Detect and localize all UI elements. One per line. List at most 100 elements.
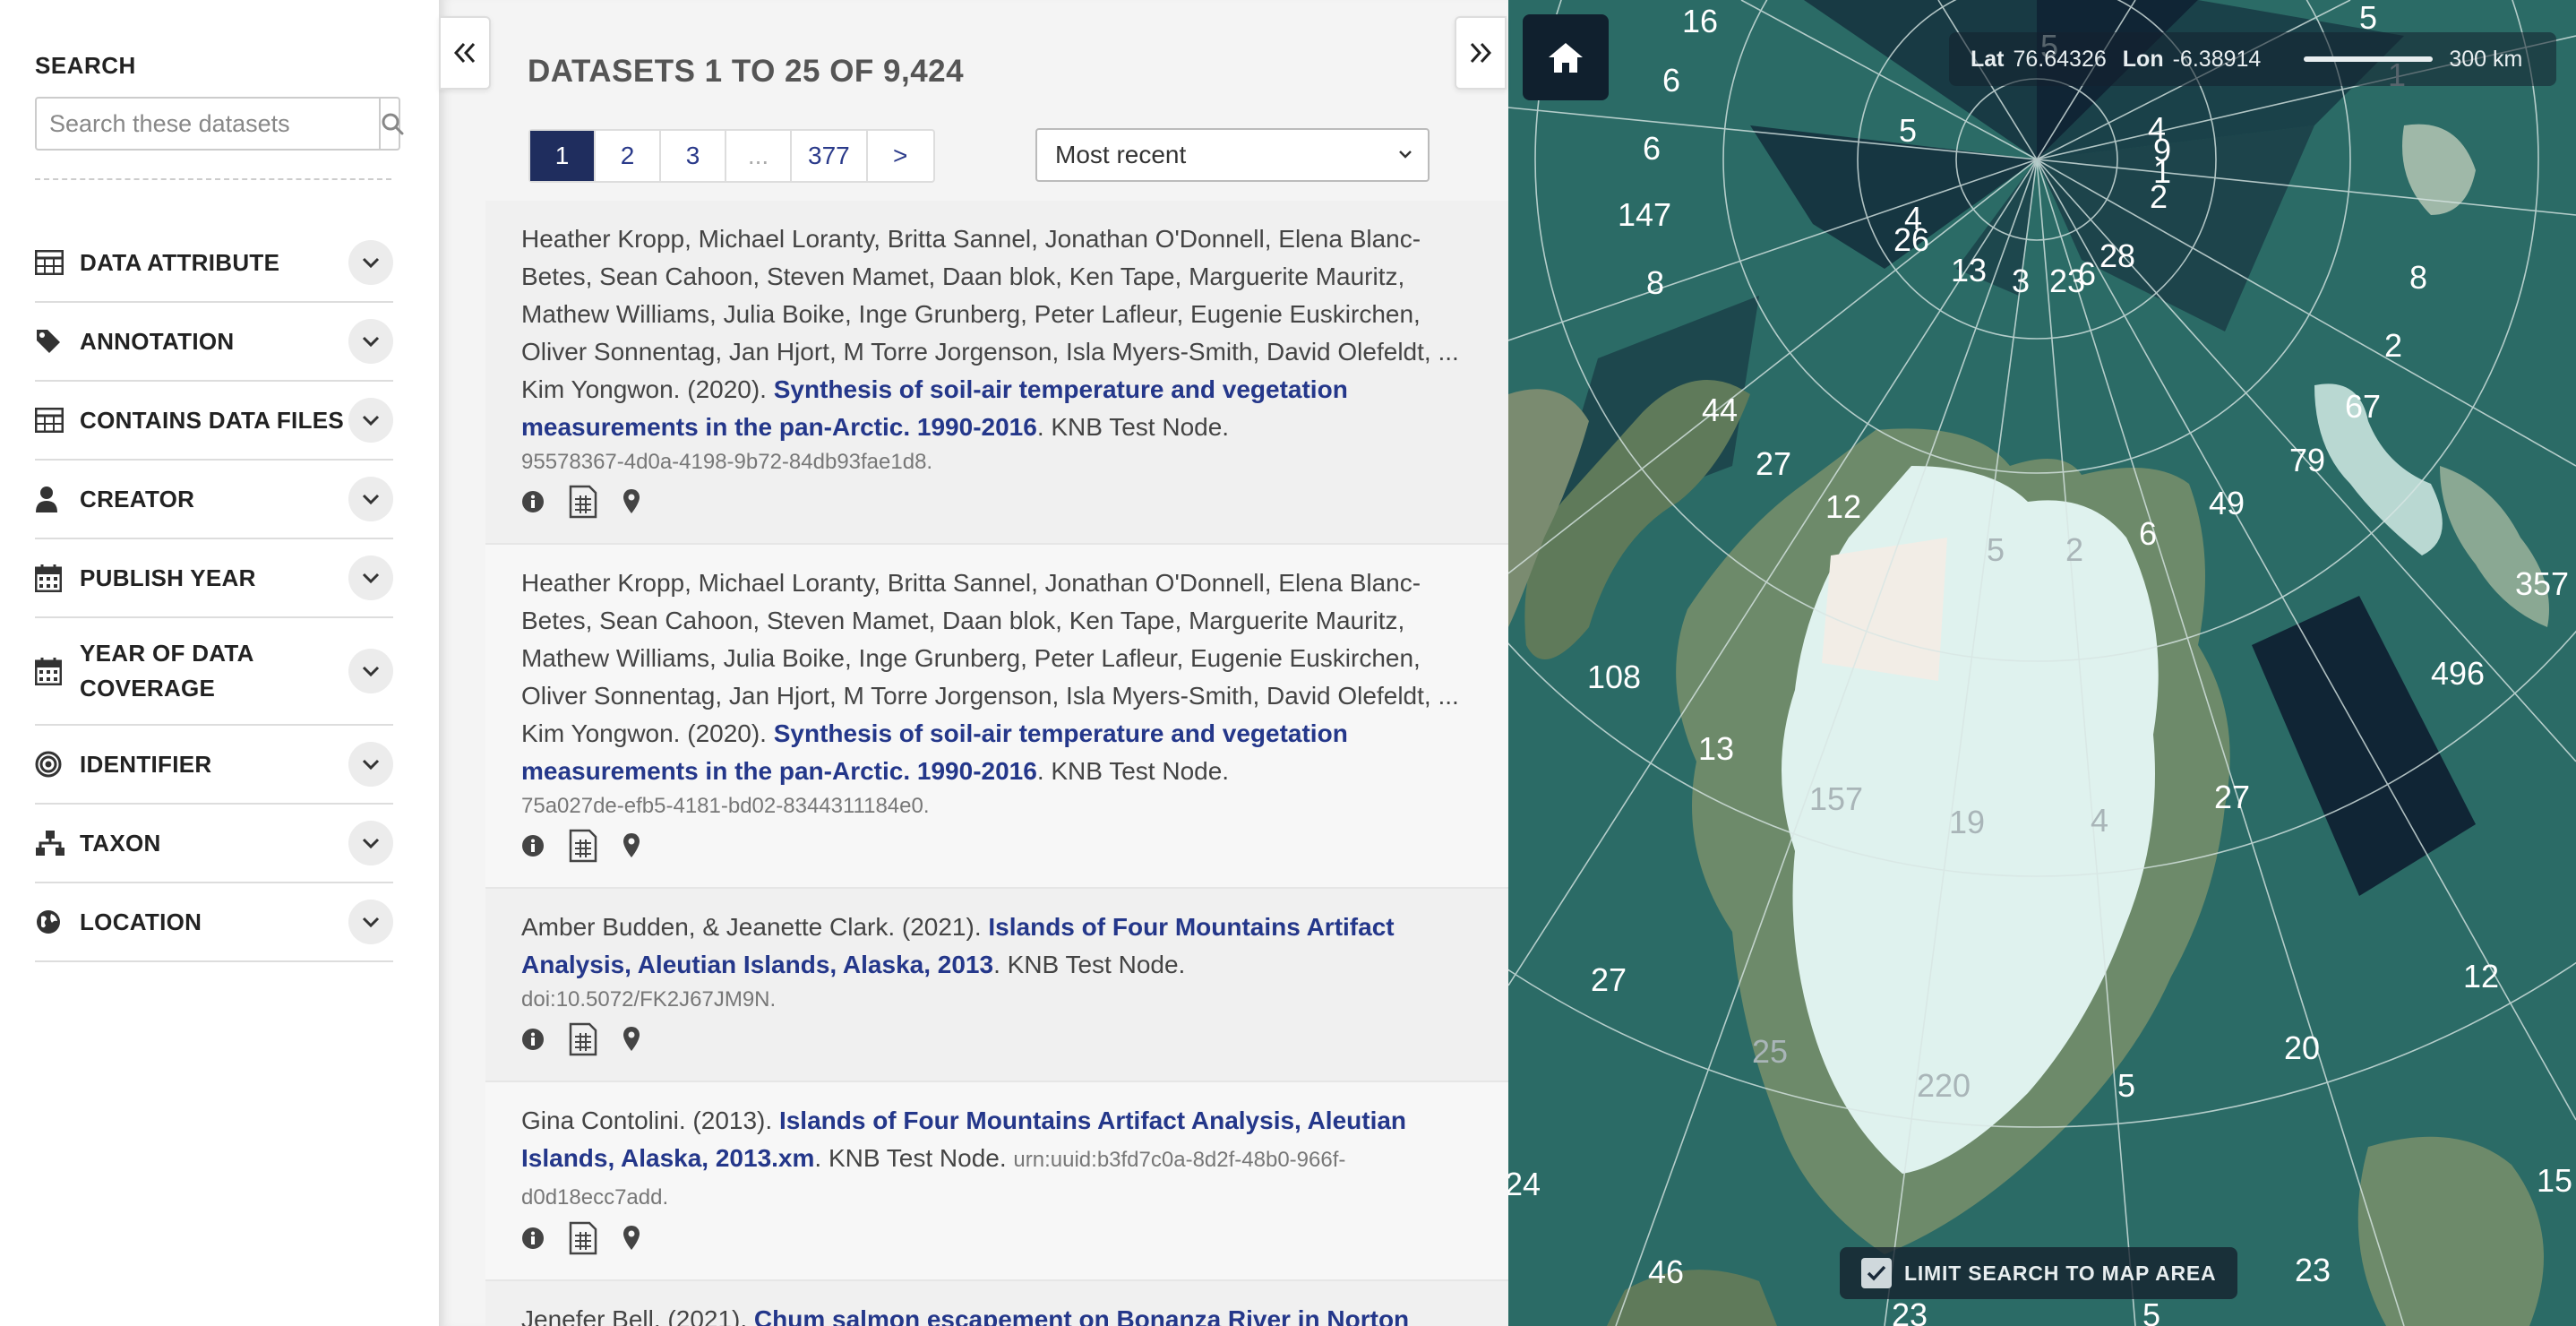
map-count-label[interactable]: 8	[1646, 264, 1664, 301]
map-count-label[interactable]: 12	[1825, 488, 1861, 525]
data-table-icon[interactable]	[568, 1221, 598, 1255]
map-count-label[interactable]: 6	[2078, 255, 2096, 292]
map-count-label[interactable]: 16	[1682, 3, 1718, 39]
chevron-down-icon[interactable]	[348, 821, 393, 865]
limit-search-to-map-toggle[interactable]: LIMIT SEARCH TO MAP AREA	[1840, 1247, 2238, 1299]
chevron-down-icon[interactable]	[348, 555, 393, 600]
map-count-label[interactable]: 79	[2289, 442, 2325, 478]
data-table-icon[interactable]	[568, 829, 598, 863]
map-count-label[interactable]: 49	[2209, 485, 2245, 521]
map-count-label[interactable]: 147	[1618, 196, 1671, 233]
data-table-icon[interactable]	[568, 485, 598, 519]
map-count-label[interactable]: 5	[2117, 1067, 2135, 1104]
filter-identifier[interactable]: IDENTIFIER	[35, 726, 393, 805]
filter-publish-year[interactable]: PUBLISH YEAR	[35, 539, 393, 618]
map-count-label[interactable]: 8	[2409, 259, 2427, 296]
map-count-label[interactable]: 24	[1508, 1166, 1541, 1202]
chevron-down-icon[interactable]	[348, 649, 393, 693]
home-icon	[1549, 43, 1583, 73]
chevron-down-icon[interactable]	[348, 240, 393, 285]
search-input[interactable]	[37, 99, 379, 149]
citation-authors: Amber Budden, & Jeanette Clark. (2021).	[521, 913, 989, 941]
map-count-label[interactable]: 15	[2537, 1162, 2572, 1199]
filter-taxon[interactable]: TAXON	[35, 805, 393, 883]
data-table-icon[interactable]	[568, 1022, 598, 1056]
map-count-label[interactable]: 6	[2139, 515, 2157, 552]
map-count-label[interactable]: 19	[1949, 804, 1985, 840]
map-count-label[interactable]: 13	[1951, 252, 1987, 288]
map-count-label[interactable]: 6	[1662, 62, 1680, 99]
sort-selected-value: Most recent	[1055, 141, 1187, 168]
chevron-down-icon[interactable]	[348, 742, 393, 787]
chevron-down-icon[interactable]	[348, 900, 393, 944]
info-icon[interactable]	[521, 1028, 545, 1051]
filter-contains-data-files[interactable]: CONTAINS DATA FILES	[35, 382, 393, 461]
map-count-label[interactable]: 23	[2295, 1252, 2331, 1288]
chevron-down-icon[interactable]	[348, 319, 393, 364]
map-view[interactable]: 16 5 6 5 4 9 1 2 6 147 8 4 26 13 3 23 6 …	[1508, 0, 2576, 1326]
polar-map-canvas[interactable]: 16 5 6 5 4 9 1 2 6 147 8 4 26 13 3 23 6 …	[1508, 0, 2576, 1326]
sort-select[interactable]: Most recent	[1035, 128, 1430, 182]
map-count-label[interactable]: 28	[2099, 237, 2135, 274]
map-count-label[interactable]: 5	[2359, 0, 2377, 36]
filter-annotation[interactable]: ANNOTATION	[35, 303, 393, 382]
map-home-button[interactable]	[1523, 14, 1609, 100]
dataset-title-link[interactable]: Chum salmon escapement on Bonanza River …	[754, 1305, 1409, 1326]
map-count-label[interactable]: 26	[1893, 221, 1929, 258]
map-count-label[interactable]: 27	[2214, 779, 2250, 815]
map-scale-label: 300 km	[2449, 46, 2523, 72]
map-count-label[interactable]: 12	[2463, 958, 2499, 994]
map-count-label[interactable]: 3	[2012, 263, 2030, 299]
chevron-down-icon[interactable]	[348, 477, 393, 521]
map-marker-icon[interactable]	[622, 1225, 641, 1252]
map-count-label[interactable]: 13	[1698, 730, 1734, 767]
map-count-label[interactable]: 6	[1643, 130, 1661, 167]
info-icon[interactable]	[521, 490, 545, 513]
collapse-filters-button[interactable]	[439, 16, 491, 90]
page-button-1[interactable]: 1	[530, 131, 596, 181]
map-count-label[interactable]: 4	[2091, 802, 2108, 839]
chevron-down-icon[interactable]	[348, 398, 393, 443]
map-count-label[interactable]: 5	[1899, 112, 1917, 149]
next-page-button[interactable]: >	[868, 131, 933, 181]
map-count-label[interactable]: 23	[1892, 1296, 1928, 1326]
search-button[interactable]	[379, 99, 404, 149]
map-marker-icon[interactable]	[622, 832, 641, 859]
map-count-label[interactable]: 27	[1756, 445, 1791, 482]
map-count-label[interactable]: 27	[1591, 961, 1627, 998]
page-button-3[interactable]: 3	[661, 131, 726, 181]
map-count-label[interactable]: 67	[2345, 388, 2381, 425]
map-count-label[interactable]: 25	[1752, 1033, 1788, 1070]
map-count-label[interactable]: 2	[2384, 327, 2402, 364]
filter-label: PUBLISH YEAR	[80, 564, 256, 591]
citation: Heather Kropp, Michael Loranty, Britta S…	[521, 564, 1473, 790]
result-actions	[521, 482, 1473, 521]
collapse-map-button[interactable]	[1455, 16, 1507, 90]
map-count-label[interactable]: 220	[1917, 1067, 1971, 1104]
page-button-2[interactable]: 2	[596, 131, 661, 181]
map-count-label[interactable]: 496	[2431, 655, 2485, 692]
map-count-label[interactable]: 2	[2065, 531, 2083, 568]
map-count-label[interactable]: 108	[1587, 659, 1641, 695]
map-count-label[interactable]: 357	[2515, 565, 2569, 602]
checkbox-checked-icon[interactable]	[1861, 1258, 1892, 1288]
dataset-identifier: 75a027de-efb5-4181-bd02-8344311184e0.	[521, 794, 930, 818]
map-count-label[interactable]: 20	[2284, 1029, 2320, 1066]
calendar-icon	[35, 655, 67, 687]
map-marker-icon[interactable]	[622, 488, 641, 515]
map-marker-icon[interactable]	[622, 1026, 641, 1053]
map-count-label[interactable]: 157	[1809, 780, 1863, 817]
page-button-last[interactable]: 377	[792, 131, 868, 181]
filter-data-attribute[interactable]: DATA ATTRIBUTE	[35, 224, 393, 303]
map-count-label[interactable]: 44	[1702, 392, 1738, 428]
info-icon[interactable]	[521, 1227, 545, 1250]
map-count-label[interactable]: 5	[1987, 531, 2005, 568]
filter-creator[interactable]: CREATOR	[35, 461, 393, 539]
map-count-label[interactable]: 46	[1648, 1253, 1684, 1290]
info-icon[interactable]	[521, 834, 545, 857]
bullseye-icon	[35, 748, 67, 780]
filter-location[interactable]: LOCATION	[35, 883, 393, 962]
filter-year-of-data-coverage[interactable]: YEAR OF DATA COVERAGE	[35, 618, 393, 726]
map-count-label[interactable]: 2	[2150, 178, 2168, 215]
map-count-label[interactable]: 5	[2142, 1296, 2160, 1326]
